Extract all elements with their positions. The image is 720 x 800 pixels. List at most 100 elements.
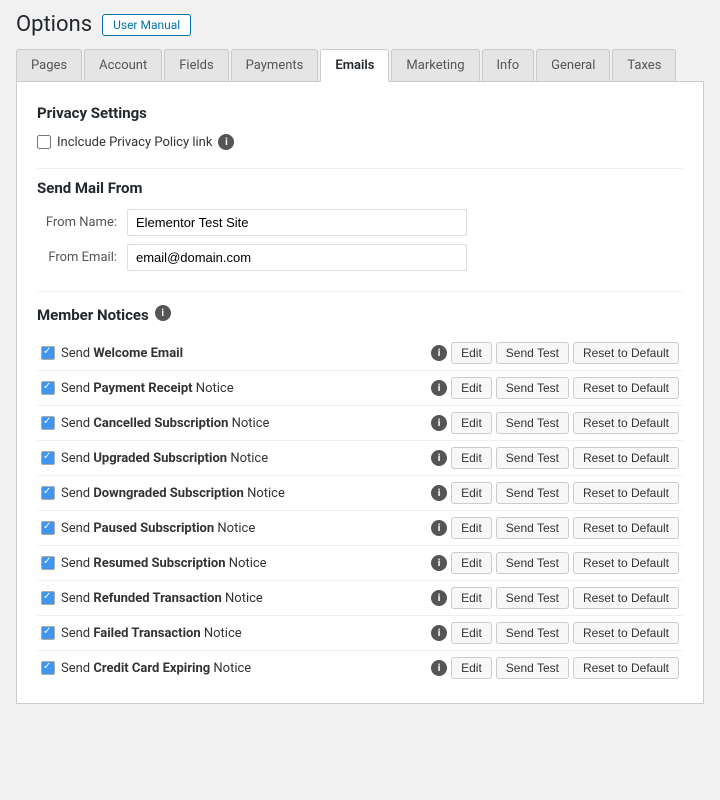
user-manual-button[interactable]: User Manual bbox=[102, 14, 191, 36]
tab-marketing[interactable]: Marketing bbox=[391, 49, 479, 81]
notice-row: Send Resumed Subscription Notice i Edit … bbox=[37, 546, 683, 581]
member-notices-info-icon[interactable]: i bbox=[155, 305, 171, 321]
from-name-row: From Name: bbox=[37, 209, 683, 236]
notice-info-icon-6[interactable]: i bbox=[431, 555, 447, 571]
notice-checkbox-7[interactable] bbox=[41, 591, 55, 605]
notice-text-2: Send Cancelled Subscription Notice bbox=[61, 416, 431, 431]
member-notices-title: Member Notices bbox=[37, 306, 149, 324]
notice-checkbox-5[interactable] bbox=[41, 521, 55, 535]
notice-actions-1: i Edit Send Test Reset to Default bbox=[431, 377, 679, 399]
notice-row: Send Upgraded Subscription Notice i Edit… bbox=[37, 441, 683, 476]
notice-text-9: Send Credit Card Expiring Notice bbox=[61, 661, 431, 676]
tab-info[interactable]: Info bbox=[482, 49, 535, 81]
notice-info-icon-0[interactable]: i bbox=[431, 345, 447, 361]
notice-rows-container: Send Welcome Email i Edit Send Test Rese… bbox=[37, 336, 683, 685]
tab-account[interactable]: Account bbox=[84, 49, 162, 81]
notice-text-6: Send Resumed Subscription Notice bbox=[61, 556, 431, 571]
divider-2 bbox=[37, 291, 683, 292]
notice-edit-btn-3[interactable]: Edit bbox=[451, 447, 492, 469]
notice-reset-btn-5[interactable]: Reset to Default bbox=[573, 517, 679, 539]
notice-edit-btn-0[interactable]: Edit bbox=[451, 342, 492, 364]
privacy-info-icon[interactable]: i bbox=[218, 134, 234, 150]
notice-send-test-btn-4[interactable]: Send Test bbox=[496, 482, 569, 504]
notice-info-icon-4[interactable]: i bbox=[431, 485, 447, 501]
divider-1 bbox=[37, 168, 683, 169]
notice-reset-btn-2[interactable]: Reset to Default bbox=[573, 412, 679, 434]
notice-edit-btn-7[interactable]: Edit bbox=[451, 587, 492, 609]
notice-row: Send Welcome Email i Edit Send Test Rese… bbox=[37, 336, 683, 371]
notice-row: Send Failed Transaction Notice i Edit Se… bbox=[37, 616, 683, 651]
notice-row: Send Refunded Transaction Notice i Edit … bbox=[37, 581, 683, 616]
notice-row: Send Payment Receipt Notice i Edit Send … bbox=[37, 371, 683, 406]
notice-send-test-btn-2[interactable]: Send Test bbox=[496, 412, 569, 434]
notice-edit-btn-1[interactable]: Edit bbox=[451, 377, 492, 399]
notice-text-4: Send Downgraded Subscription Notice bbox=[61, 486, 431, 501]
notice-send-test-btn-0[interactable]: Send Test bbox=[496, 342, 569, 364]
notice-checkbox-4[interactable] bbox=[41, 486, 55, 500]
notice-actions-6: i Edit Send Test Reset to Default bbox=[431, 552, 679, 574]
notice-row: Send Paused Subscription Notice i Edit S… bbox=[37, 511, 683, 546]
notice-text-8: Send Failed Transaction Notice bbox=[61, 626, 431, 641]
notice-actions-2: i Edit Send Test Reset to Default bbox=[431, 412, 679, 434]
page-header: Options User Manual bbox=[16, 12, 704, 37]
tab-emails[interactable]: Emails bbox=[320, 49, 389, 82]
notice-edit-btn-2[interactable]: Edit bbox=[451, 412, 492, 434]
notice-send-test-btn-1[interactable]: Send Test bbox=[496, 377, 569, 399]
notice-send-test-btn-3[interactable]: Send Test bbox=[496, 447, 569, 469]
notice-info-icon-8[interactable]: i bbox=[431, 625, 447, 641]
from-email-row: From Email: bbox=[37, 244, 683, 271]
tab-pages[interactable]: Pages bbox=[16, 49, 82, 81]
notice-actions-7: i Edit Send Test Reset to Default bbox=[431, 587, 679, 609]
notice-send-test-btn-6[interactable]: Send Test bbox=[496, 552, 569, 574]
notice-reset-btn-1[interactable]: Reset to Default bbox=[573, 377, 679, 399]
notice-reset-btn-4[interactable]: Reset to Default bbox=[573, 482, 679, 504]
notice-checkbox-9[interactable] bbox=[41, 661, 55, 675]
from-name-label: From Name: bbox=[37, 215, 127, 230]
notice-reset-btn-0[interactable]: Reset to Default bbox=[573, 342, 679, 364]
notice-reset-btn-9[interactable]: Reset to Default bbox=[573, 657, 679, 679]
tab-taxes[interactable]: Taxes bbox=[612, 49, 676, 81]
notice-edit-btn-4[interactable]: Edit bbox=[451, 482, 492, 504]
notice-reset-btn-6[interactable]: Reset to Default bbox=[573, 552, 679, 574]
member-notices-header: Member Notices i bbox=[37, 302, 683, 324]
notice-info-icon-9[interactable]: i bbox=[431, 660, 447, 676]
notice-info-icon-1[interactable]: i bbox=[431, 380, 447, 396]
notice-send-test-btn-5[interactable]: Send Test bbox=[496, 517, 569, 539]
notice-reset-btn-8[interactable]: Reset to Default bbox=[573, 622, 679, 644]
notice-info-icon-5[interactable]: i bbox=[431, 520, 447, 536]
notice-send-test-btn-9[interactable]: Send Test bbox=[496, 657, 569, 679]
notice-info-icon-2[interactable]: i bbox=[431, 415, 447, 431]
from-email-label: From Email: bbox=[37, 250, 127, 265]
tab-general[interactable]: General bbox=[536, 49, 610, 81]
member-notices-section: Member Notices i Send Welcome Email i Ed… bbox=[37, 302, 683, 685]
notice-actions-3: i Edit Send Test Reset to Default bbox=[431, 447, 679, 469]
notice-edit-btn-6[interactable]: Edit bbox=[451, 552, 492, 574]
from-name-input[interactable] bbox=[127, 209, 467, 236]
notice-actions-4: i Edit Send Test Reset to Default bbox=[431, 482, 679, 504]
notice-edit-btn-8[interactable]: Edit bbox=[451, 622, 492, 644]
page-title: Options bbox=[16, 12, 92, 37]
notice-info-icon-3[interactable]: i bbox=[431, 450, 447, 466]
notice-send-test-btn-8[interactable]: Send Test bbox=[496, 622, 569, 644]
page-wrapper: Options User Manual Pages Account Fields… bbox=[0, 0, 720, 716]
notice-checkbox-8[interactable] bbox=[41, 626, 55, 640]
notice-checkbox-1[interactable] bbox=[41, 381, 55, 395]
notice-reset-btn-7[interactable]: Reset to Default bbox=[573, 587, 679, 609]
from-email-input[interactable] bbox=[127, 244, 467, 271]
notice-checkbox-0[interactable] bbox=[41, 346, 55, 360]
notice-text-5: Send Paused Subscription Notice bbox=[61, 521, 431, 536]
notice-info-icon-7[interactable]: i bbox=[431, 590, 447, 606]
notice-send-test-btn-7[interactable]: Send Test bbox=[496, 587, 569, 609]
notice-actions-0: i Edit Send Test Reset to Default bbox=[431, 342, 679, 364]
notice-text-1: Send Payment Receipt Notice bbox=[61, 381, 431, 396]
notice-checkbox-6[interactable] bbox=[41, 556, 55, 570]
notice-edit-btn-9[interactable]: Edit bbox=[451, 657, 492, 679]
notice-reset-btn-3[interactable]: Reset to Default bbox=[573, 447, 679, 469]
notice-edit-btn-5[interactable]: Edit bbox=[451, 517, 492, 539]
notice-checkbox-3[interactable] bbox=[41, 451, 55, 465]
privacy-policy-checkbox[interactable] bbox=[37, 135, 51, 149]
tab-payments[interactable]: Payments bbox=[231, 49, 319, 81]
notice-checkbox-2[interactable] bbox=[41, 416, 55, 430]
send-mail-section: Send Mail From From Name: From Email: bbox=[37, 179, 683, 271]
tab-fields[interactable]: Fields bbox=[164, 49, 228, 81]
